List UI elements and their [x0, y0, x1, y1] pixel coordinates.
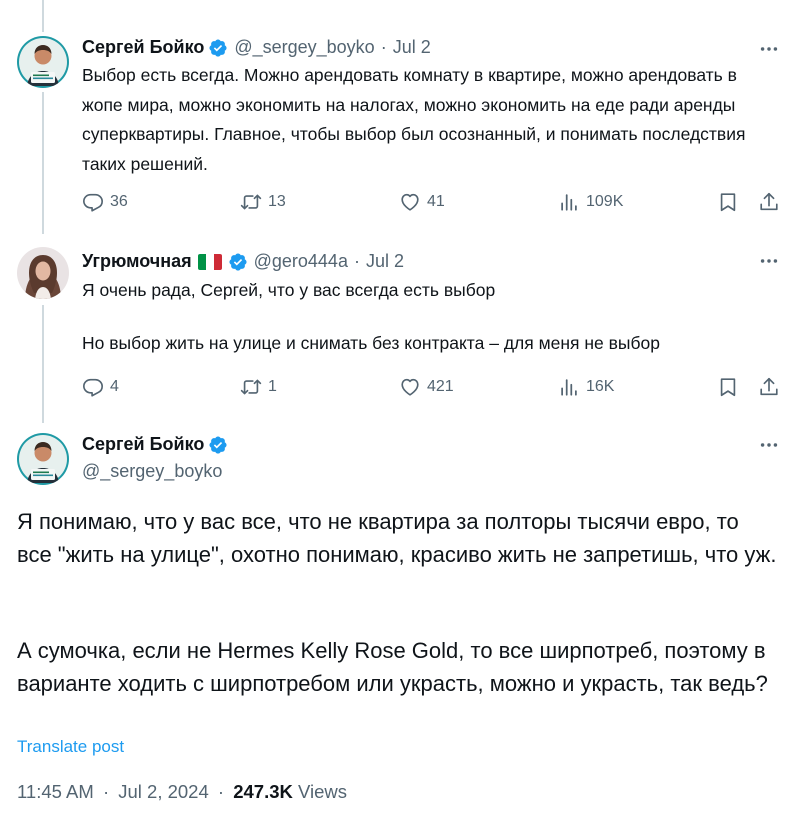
- post-time[interactable]: 11:45 AM: [17, 781, 94, 802]
- separator: ·: [353, 251, 360, 271]
- views-count: 109K: [586, 193, 624, 210]
- thread-line: [42, 305, 44, 423]
- repost-button[interactable]: 13: [240, 191, 286, 213]
- separator: ·: [217, 781, 225, 802]
- reply-count: 4: [110, 378, 119, 395]
- repost-button[interactable]: 1: [240, 376, 277, 398]
- share-icon[interactable]: [758, 376, 780, 398]
- like-icon: [399, 376, 421, 398]
- views-icon: [558, 191, 580, 213]
- thread-line: [42, 92, 44, 234]
- like-count: 41: [427, 193, 445, 210]
- more-icon[interactable]: [758, 434, 780, 456]
- tweet-text: Я очень рада, Сергей, что у вас всегда е…: [82, 280, 496, 300]
- verified-badge-icon: [208, 435, 228, 455]
- tweet-text: А сумочка, если не Hermes Kelly Rose Gol…: [17, 638, 768, 696]
- more-icon[interactable]: [758, 38, 780, 60]
- author-handle[interactable]: @_sergey_boyko: [82, 461, 222, 482]
- action-bar: 4 1 421 16K: [82, 376, 782, 400]
- like-button[interactable]: 421: [399, 376, 454, 398]
- tweet-text: Выбор есть всегда. Можно арендовать комн…: [82, 65, 746, 174]
- repost-count: 13: [268, 193, 286, 210]
- tweet-text: Я понимаю, что у вас все, что не квартир…: [17, 509, 777, 567]
- like-count: 421: [427, 378, 454, 395]
- like-button[interactable]: 41: [399, 191, 445, 213]
- views-count: 247.3K: [233, 781, 293, 802]
- post-meta: 11:45 AM · Jul 2, 2024 · 247.3K Views: [17, 781, 347, 803]
- reply-count: 36: [110, 193, 128, 210]
- reply-button[interactable]: 36: [82, 191, 128, 213]
- bookmark-icon[interactable]: [717, 191, 739, 213]
- post-date[interactable]: Jul 2, 2024: [118, 781, 209, 802]
- italy-flag-icon: [197, 253, 222, 270]
- views-button[interactable]: 109K: [558, 191, 623, 213]
- reply-icon: [82, 191, 104, 213]
- verified-badge-icon: [228, 252, 248, 272]
- more-icon[interactable]: [758, 250, 780, 272]
- author-name[interactable]: Сергей Бойко: [82, 37, 204, 58]
- author-handle[interactable]: @_sergey_boyko: [234, 37, 374, 58]
- repost-icon: [240, 191, 262, 213]
- author-name[interactable]: Угрюмочная: [82, 251, 192, 272]
- thread-line: [42, 0, 44, 32]
- repost-count: 1: [268, 378, 277, 395]
- bookmark-icon[interactable]: [717, 376, 739, 398]
- reply-button[interactable]: 4: [82, 376, 119, 398]
- post-date[interactable]: Jul 2: [393, 37, 431, 58]
- avatar[interactable]: [17, 247, 69, 299]
- views-count: 16K: [586, 378, 615, 395]
- repost-icon: [240, 376, 262, 398]
- views-button[interactable]: 16K: [558, 376, 614, 398]
- share-icon[interactable]: [758, 191, 780, 213]
- translate-link[interactable]: Translate post: [17, 737, 124, 757]
- action-bar: 36 13 41 109K: [82, 191, 782, 215]
- verified-badge-icon: [208, 38, 228, 58]
- tweet-text: Но выбор жить на улице и снимать без кон…: [82, 333, 660, 353]
- avatar[interactable]: [17, 433, 69, 485]
- separator: ·: [380, 37, 387, 57]
- reply-icon: [82, 376, 104, 398]
- avatar[interactable]: [17, 36, 69, 88]
- author-handle[interactable]: @gero444a: [254, 251, 348, 272]
- views-label: Views: [298, 781, 348, 802]
- separator: ·: [102, 781, 110, 802]
- author-name[interactable]: Сергей Бойко: [82, 434, 204, 455]
- views-icon: [558, 376, 580, 398]
- post-date[interactable]: Jul 2: [366, 251, 404, 272]
- like-icon: [399, 191, 421, 213]
